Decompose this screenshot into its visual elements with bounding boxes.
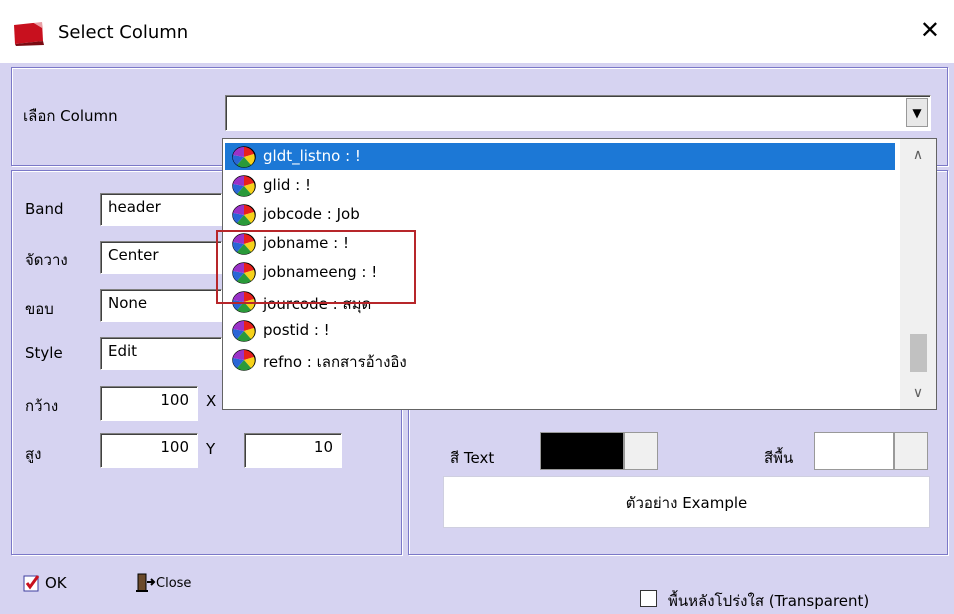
chevron-down-icon: ▼ [912, 106, 922, 120]
scroll-thumb[interactable] [910, 334, 927, 372]
transparent-checkbox[interactable] [640, 590, 657, 607]
dropdown-item[interactable]: postid : ! [225, 317, 895, 344]
height-value: 100 [160, 438, 189, 456]
color-wheel-icon [231, 349, 257, 375]
transparent-label: พื้นหลังโปร่งใส (Transparent) [668, 592, 870, 610]
book-icon [12, 22, 46, 50]
border-label: ขอบ [25, 300, 54, 318]
width-value: 100 [160, 391, 189, 409]
ok-label: OK [45, 574, 67, 592]
combobox-dropdown-button[interactable]: ▼ [906, 98, 928, 127]
column-combobox[interactable]: ▼ [225, 95, 931, 131]
border-field[interactable]: None [100, 289, 222, 322]
close-icon[interactable]: ✕ [920, 16, 940, 44]
height-label: สูง [25, 445, 42, 463]
text-color-label: สี Text [450, 449, 495, 467]
select-column-dialog: Select Column ✕ เลือก Column ▼ Band head… [0, 0, 954, 614]
band-field[interactable]: header [100, 193, 222, 226]
annotation-highlight-box [216, 230, 416, 304]
color-wheel-icon [231, 204, 257, 230]
color-wheel-icon [231, 146, 257, 172]
bg-color-swatch[interactable] [814, 432, 894, 470]
align-value: Center [108, 246, 159, 264]
dropdown-item[interactable]: refno : เลกสารอ้างอิง [225, 346, 895, 373]
band-value: header [108, 198, 161, 216]
example-preview: ตัวอย่าง Example [443, 476, 930, 528]
color-wheel-icon [231, 320, 257, 346]
border-value: None [108, 294, 148, 312]
dropdown-item-label: glid : ! [263, 176, 311, 194]
title-bar: Select Column ✕ [0, 0, 954, 63]
style-value: Edit [108, 342, 138, 360]
scroll-down-icon[interactable]: ∨ [900, 377, 936, 409]
dropdown-scrollbar[interactable]: ∧ ∨ [900, 139, 936, 409]
dropdown-item-label: jobcode : Job [263, 205, 360, 223]
y-label: Y [206, 440, 216, 458]
dropdown-item-label: postid : ! [263, 321, 330, 339]
scroll-up-icon[interactable]: ∧ [900, 139, 936, 171]
bg-color-picker-button[interactable] [894, 432, 928, 470]
text-color-swatch[interactable] [540, 432, 624, 470]
close-label: Close [156, 576, 192, 591]
text-color-picker-button[interactable] [624, 432, 658, 470]
exit-door-icon [134, 572, 156, 598]
width-field[interactable]: 100 [100, 386, 198, 421]
y-field[interactable]: 10 [244, 433, 342, 468]
align-field[interactable]: Center [100, 241, 222, 274]
window-title: Select Column [58, 22, 189, 43]
example-text: ตัวอย่าง Example [625, 494, 748, 512]
band-label: Band [25, 200, 64, 218]
dropdown-item[interactable]: jobcode : Job [225, 201, 895, 228]
color-wheel-icon [231, 175, 257, 201]
align-label: จัดวาง [25, 251, 68, 269]
style-label: Style [25, 344, 63, 362]
dropdown-item[interactable]: gldt_listno : ! [225, 143, 895, 170]
x-label: X [206, 392, 217, 410]
width-label: กว้าง [25, 397, 59, 415]
check-icon [23, 574, 41, 596]
dropdown-item[interactable]: glid : ! [225, 172, 895, 199]
column-label: เลือก Column [23, 107, 118, 125]
dropdown-item-label: gldt_listno : ! [263, 147, 361, 165]
style-field[interactable]: Edit [100, 337, 222, 370]
dropdown-item-label: refno : เลกสารอ้างอิง [263, 353, 407, 371]
height-field[interactable]: 100 [100, 433, 198, 468]
y-value: 10 [313, 438, 333, 456]
bg-color-label: สีพื้น [764, 449, 794, 467]
